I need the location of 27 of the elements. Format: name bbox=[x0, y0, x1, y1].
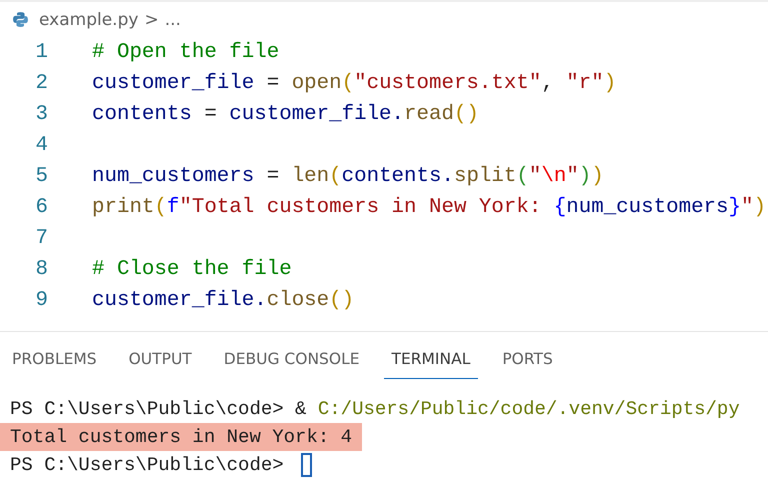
line-number: 3 bbox=[34, 103, 48, 126]
line-number: 4 bbox=[34, 134, 48, 157]
code-line: # Close the file bbox=[92, 258, 292, 281]
terminal-line: PS C:\Users\Public\code> bbox=[9, 453, 285, 478]
line-number: 6 bbox=[34, 196, 48, 219]
line-number: 9 bbox=[34, 289, 48, 312]
line-number: 5 bbox=[34, 165, 48, 188]
code-line: contents = customer_file.read() bbox=[92, 103, 479, 126]
panel-tab[interactable]: PROBLEMS bbox=[4, 342, 105, 379]
terminal-line: PS C:\Users\Public\code> & C:/Users/Public/code/.venv/Scripts/py bbox=[9, 397, 741, 422]
breadcrumb-separator: > bbox=[144, 10, 159, 30]
line-number: 7 bbox=[34, 227, 48, 250]
breadcrumb-more[interactable]: ... bbox=[164, 10, 181, 30]
file-name[interactable]: example.py bbox=[39, 10, 138, 30]
line-number: 1 bbox=[34, 41, 48, 64]
code-line: print(f"Total customers in New York: {num_customers}") bbox=[92, 196, 766, 219]
panel-tab[interactable]: TERMINAL bbox=[384, 342, 478, 379]
panel-tab[interactable]: OUTPUT bbox=[120, 342, 200, 379]
code-line: # Open the file bbox=[92, 41, 280, 64]
python-file-icon bbox=[12, 11, 29, 28]
panel-tab[interactable]: PORTS bbox=[494, 342, 561, 379]
code-line: num_customers = len(contents.split("\n")) bbox=[92, 165, 604, 188]
line-number: 2 bbox=[34, 72, 48, 95]
line-number: 8 bbox=[34, 258, 48, 281]
panel-tab[interactable]: DEBUG CONSOLE bbox=[216, 342, 368, 379]
code-line: customer_file.close() bbox=[92, 289, 354, 312]
code-line: customer_file = open("customers.txt", "r") bbox=[92, 72, 616, 95]
